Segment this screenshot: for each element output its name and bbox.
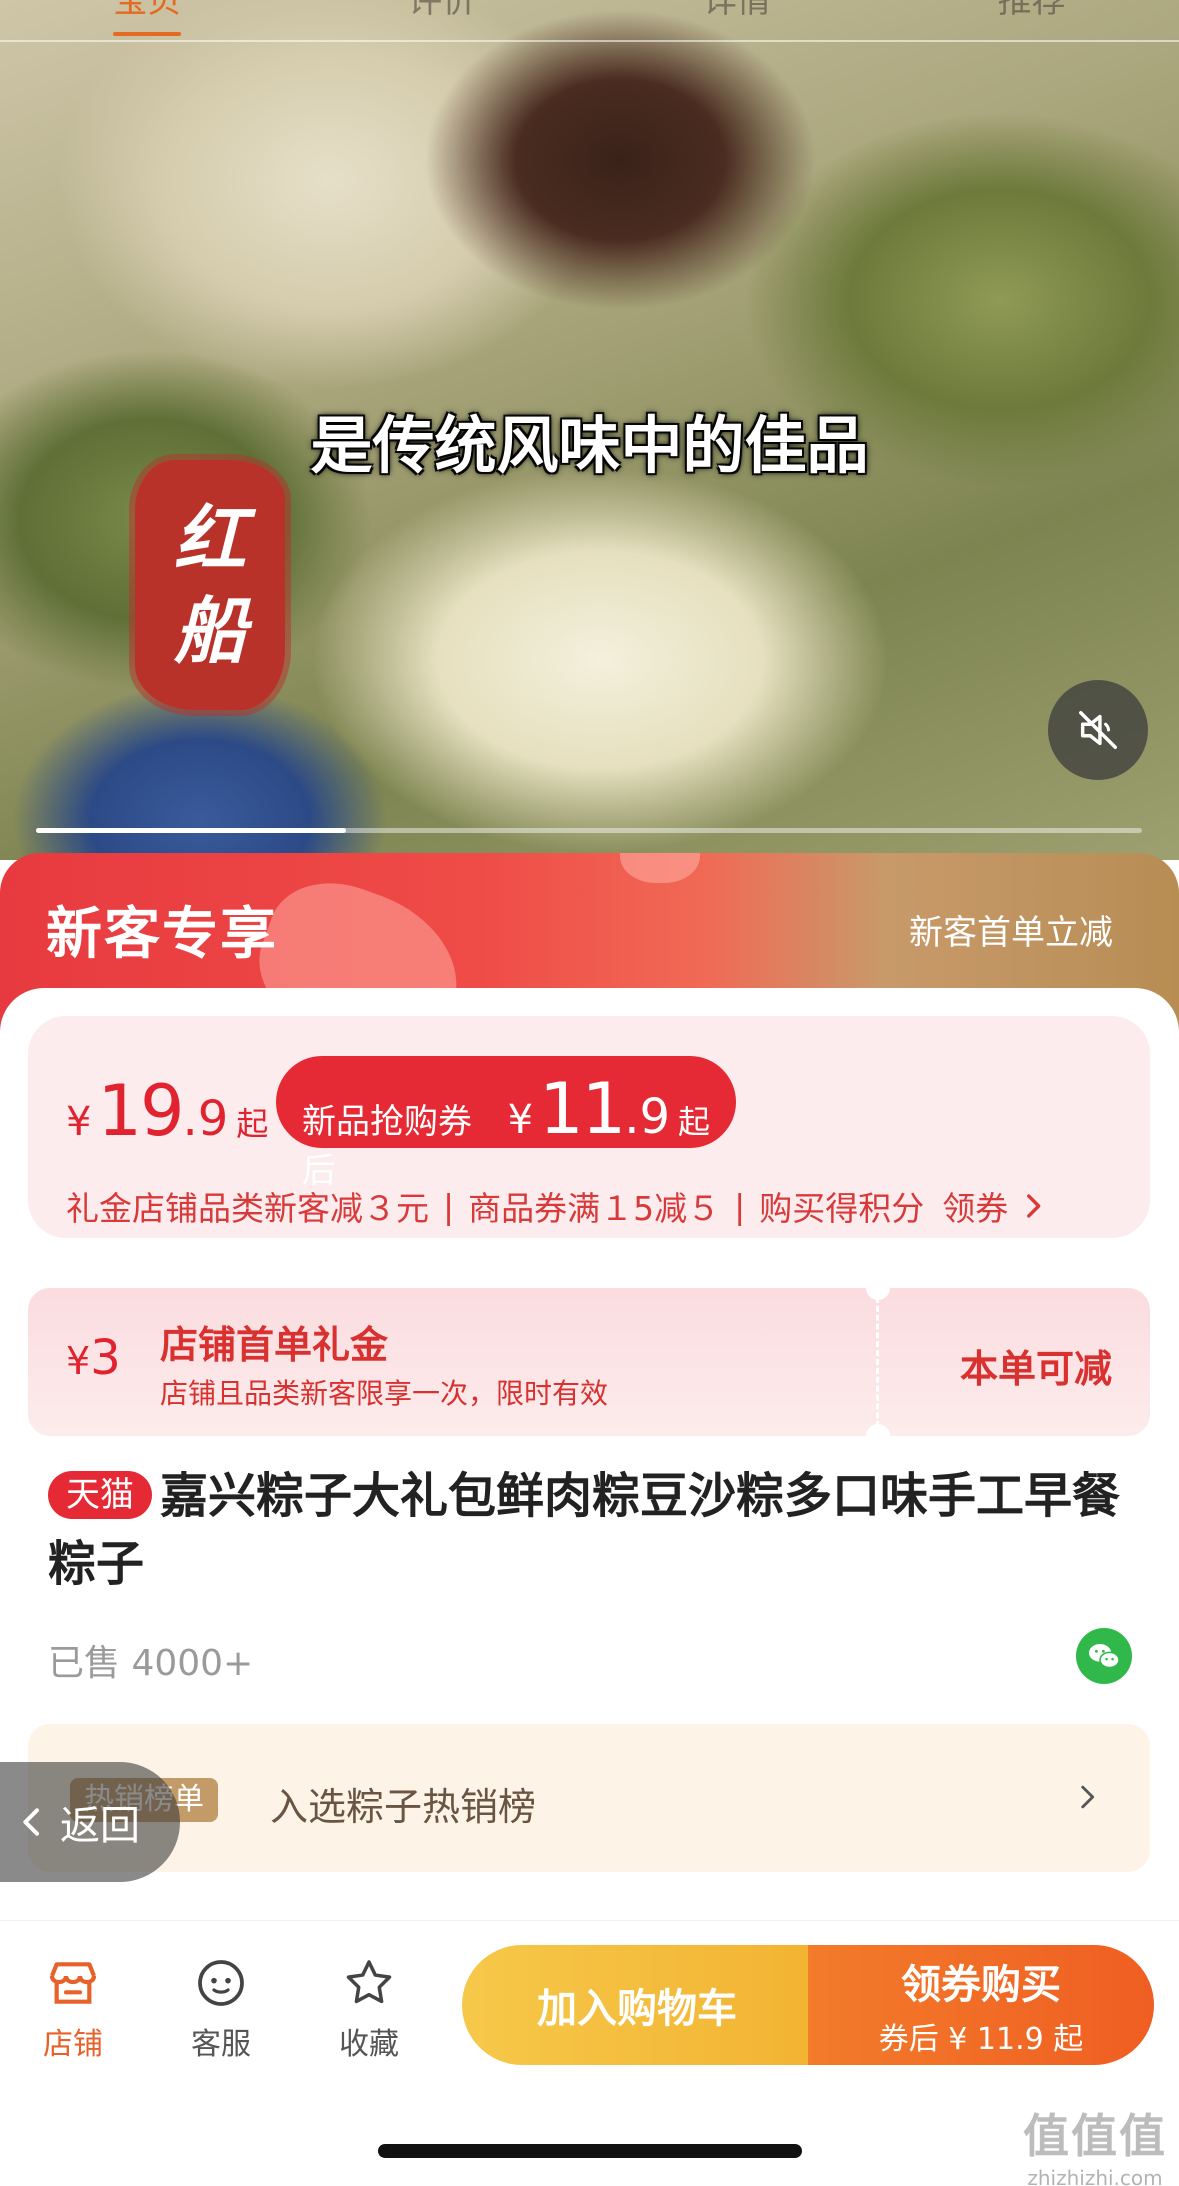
price-section: ¥ 19 .9 起 新品抢购券后 ¥ 11 .9 起 礼金店铺品类新客减３元 |… (28, 1016, 1150, 1238)
tab-item[interactable]: 宝贝 (113, 0, 182, 36)
star-icon (346, 1960, 392, 2004)
store-button[interactable]: 店铺 (18, 1955, 128, 2063)
gift-amount: ¥ 3 (66, 1330, 121, 1386)
coupon-notch (866, 1424, 890, 1436)
banner-title: 新客专享 (46, 902, 278, 967)
seal-char-1: 红 (173, 496, 246, 581)
ranking-text: 入选粽子热销榜 (270, 1785, 537, 1829)
wechat-share-button[interactable] (1076, 1628, 1132, 1684)
chevron-right-icon (1027, 1194, 1041, 1218)
gift-description: 店铺且品类新客限享一次，限时有效 (160, 1377, 609, 1410)
coupon-price-integer: 11 (539, 1068, 626, 1150)
product-video[interactable]: 宝贝 评价 详情 推荐 红 船 是传统风味中的佳品 (0, 0, 1179, 860)
price-decimal: .9 (182, 1091, 229, 1147)
promo-item: 礼金店铺品类新客减３元 (66, 1189, 429, 1228)
watermark-text: 值值值 (1023, 2109, 1167, 2163)
store-label: 店铺 (43, 2027, 103, 2062)
get-coupon-link[interactable]: 领券 (942, 1182, 1008, 1230)
coupon-price-decimal: .9 (624, 1089, 670, 1145)
product-title-text: 嘉兴粽子大礼包鲜肉粽豆沙粽多口味手工早餐粽子 (48, 1468, 1121, 1592)
first-order-gift-coupon[interactable]: ¥ 3 店铺首单礼金 店铺且品类新客限享一次，限时有效 本单可减 (28, 1288, 1150, 1436)
hot-ranking-entry[interactable]: 热销榜单 入选粽子热销榜 (28, 1724, 1150, 1872)
service-label: 客服 (191, 2027, 251, 2062)
separator: | (734, 1186, 746, 1226)
gift-title: 店铺首单礼金 (160, 1323, 389, 1367)
product-page: 宝贝 评价 详情 推荐 红 船 是传统风味中的佳品 新客专享 新客首单立减 ¥ … (0, 0, 1179, 2186)
back-button[interactable]: 返回 (0, 1762, 180, 1882)
chevron-right-icon (1081, 1785, 1095, 1809)
speaker-mute-icon (1079, 711, 1117, 749)
add-to-cart-button[interactable]: 加入购物车 (462, 1945, 812, 2065)
gift-value: 3 (90, 1330, 121, 1386)
promo-item: 购买得积分 (759, 1189, 925, 1228)
customer-service-button[interactable]: 客服 (166, 1955, 276, 2063)
watermark: 值值值 zhizhizhi.com (1023, 2100, 1167, 2186)
chevron-left-icon (23, 1808, 39, 1836)
mute-button[interactable] (1048, 680, 1148, 780)
currency-symbol: ¥ (66, 1099, 92, 1145)
product-title: 天猫 嘉兴粽子大礼包鲜肉粽豆沙粽多口味手工早餐粽子 (48, 1462, 1138, 1598)
brand-seal-logo: 红 船 (135, 460, 285, 710)
favorite-label: 收藏 (339, 2027, 399, 2062)
buy-label: 领券购买 (901, 1962, 1061, 2008)
coupon-price-suffix: 起 (677, 1103, 710, 1141)
video-progress-bar[interactable] (36, 828, 1142, 833)
gift-applicable-label: 本单可减 (959, 1347, 1112, 1391)
buy-price-note: 券后 ¥ 11.9 起 (878, 2022, 1084, 2057)
coupon-label: 新品抢购券后 (302, 1102, 472, 1191)
top-tab-bar: 宝贝 评价 详情 推荐 (0, 0, 1179, 42)
tab-detail[interactable]: 详情 (703, 0, 771, 18)
store-icon (49, 1962, 97, 2004)
sold-count: 已售 4000+ (48, 1643, 254, 1684)
coupon-divider (876, 1288, 879, 1436)
service-face-icon (198, 1960, 244, 2006)
video-caption: 是传统风味中的佳品 (310, 409, 869, 482)
watermark-domain: zhizhizhi.com (1027, 2166, 1163, 2186)
home-indicator (378, 2144, 802, 2158)
price-integer: 19 (97, 1070, 184, 1152)
price-original: ¥ 19 .9 起 (66, 1070, 268, 1152)
separator: | (443, 1186, 455, 1226)
back-label: 返回 (60, 1803, 140, 1849)
tab-recommend[interactable]: 推荐 (998, 0, 1066, 18)
coupon-currency: ¥ (507, 1097, 534, 1143)
wechat-icon (1088, 1643, 1120, 1669)
buy-with-coupon-button[interactable]: 领券购买 券后 ¥ 11.9 起 (808, 1945, 1154, 2065)
gift-currency: ¥ (66, 1339, 91, 1383)
coupon-notch (866, 1288, 890, 1300)
promo-item: 商品券满１5减５ (468, 1189, 721, 1228)
tab-review[interactable]: 评价 (408, 0, 476, 18)
video-progress-fill (36, 828, 346, 833)
coupon-price-pill[interactable]: 新品抢购券后 ¥ 11 .9 起 (276, 1056, 736, 1191)
seal-char-2: 船 (173, 588, 246, 673)
price-suffix: 起 (236, 1105, 269, 1143)
promotion-line[interactable]: 礼金店铺品类新客减３元 | 商品券满１5减５ | 购买得积分 领券 (66, 1182, 1050, 1230)
banner-subtitle: 新客首单立减 (909, 913, 1113, 953)
tmall-badge: 天猫 (48, 1471, 152, 1519)
favorite-button[interactable]: 收藏 (314, 1955, 424, 2063)
